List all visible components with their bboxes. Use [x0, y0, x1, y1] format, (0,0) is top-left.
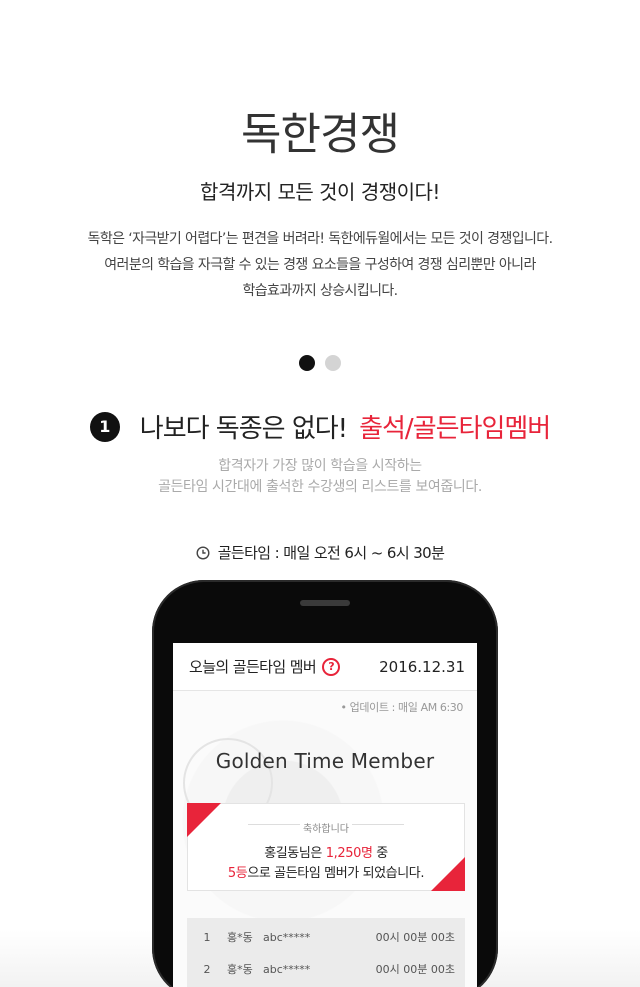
pagination-dot-2[interactable]: [325, 355, 341, 371]
section-number-badge: 1: [89, 411, 120, 442]
row-id: abc*****: [263, 962, 311, 976]
update-note: • 업데이트 : 매일 AM 6:30: [340, 701, 463, 714]
congrats-card: 축하합니다 홍길동님은 1,250명 중 5등으로 골든타임 멤버가 되었습니다…: [187, 803, 465, 891]
description-line: 학습효과까지 상승시킵니다.: [242, 283, 398, 299]
description-line: 독학은 ‘자극받기 어렵다’는 편견을 버려라! 독한에듀윌에서는 모든 것이 …: [87, 231, 553, 247]
screen-title-wrap: 오늘의 골든타임 멤버 ?: [189, 656, 341, 677]
screen-title: 오늘의 골든타임 멤버: [189, 658, 317, 676]
section-headline-text: 나보다 독종은 없다!: [139, 414, 348, 444]
clock-icon: [196, 545, 210, 560]
row-time: 00시 00분 00초: [375, 963, 455, 976]
phone-screen: 오늘의 골든타임 멤버 ? 2016.12.31 • 업데이트 : 매일 AM …: [173, 643, 477, 987]
hero-title: Golden Time Member: [215, 749, 435, 773]
section-description-line: 골든타임 시간대에 출석한 수강생의 리스트를 보여줍니다.: [158, 479, 482, 495]
ranking-table: 1 홍*동 abc***** 00시 00분 00초 2 홍*동 abc****…: [187, 918, 465, 987]
congrats-text: 홍길동님은: [264, 846, 326, 861]
row-name: 홍*동: [227, 963, 253, 976]
help-icon[interactable]: ?: [322, 657, 341, 676]
row-time: 00시 00분 00초: [375, 931, 455, 944]
table-row[interactable]: 1 홍*동 abc***** 00시 00분 00초: [187, 924, 465, 950]
pagination-dots: [0, 355, 640, 371]
congrats-line-2: 5등으로 골든타임 멤버가 되었습니다.: [188, 862, 464, 881]
screen-date: 2016.12.31: [379, 657, 465, 676]
divider: [352, 824, 404, 825]
golden-time-info: 골든타임 : 매일 오전 6시 ~ 6시 30분: [0, 542, 640, 563]
congrats-total: 1,250명: [325, 846, 373, 861]
table-row[interactable]: 2 홍*동 abc***** 00시 00분 00초: [187, 956, 465, 982]
row-id: abc*****: [263, 930, 311, 944]
row-rank: 1: [203, 930, 211, 944]
row-name: 홍*동: [227, 931, 253, 944]
page-title: 독한경쟁: [241, 109, 400, 160]
congrats-text: 중: [372, 846, 388, 861]
row-rank: 2: [203, 962, 211, 976]
screen-header: 오늘의 골든타임 멤버 ? 2016.12.31: [173, 643, 477, 691]
congrats-label: 축하합니다: [303, 824, 349, 835]
congrats-rank: 5등: [227, 866, 248, 881]
description-line: 여러분의 학습을 자극할 수 있는 경쟁 요소들을 구성하여 경쟁 심리뿐만 아…: [104, 257, 536, 273]
section-headline-highlight: 출석/골든타임멤버: [359, 414, 551, 444]
section-headline: 1 나보다 독종은 없다! 출석/골든타임멤버: [0, 408, 640, 445]
page-description: 독학은 ‘자극받기 어렵다’는 편견을 버려라! 독한에듀윌에서는 모든 것이 …: [0, 226, 640, 304]
congrats-text: 으로 골든타임 멤버가 되었습니다.: [247, 866, 425, 881]
phone-speaker: [300, 600, 350, 606]
congrats-line-1: 홍길동님은 1,250명 중: [188, 842, 464, 861]
golden-time-text: 골든타임 : 매일 오전 6시 ~ 6시 30분: [217, 544, 445, 562]
page-subtitle: 합격까지 모든 것이 경쟁이다!: [200, 180, 440, 204]
pagination-dot-1[interactable]: [299, 355, 315, 371]
section-description-line: 합격자가 가장 많이 학습을 시작하는: [218, 458, 422, 474]
section-description: 합격자가 가장 많이 학습을 시작하는 골든타임 시간대에 출석한 수강생의 리…: [0, 456, 640, 498]
